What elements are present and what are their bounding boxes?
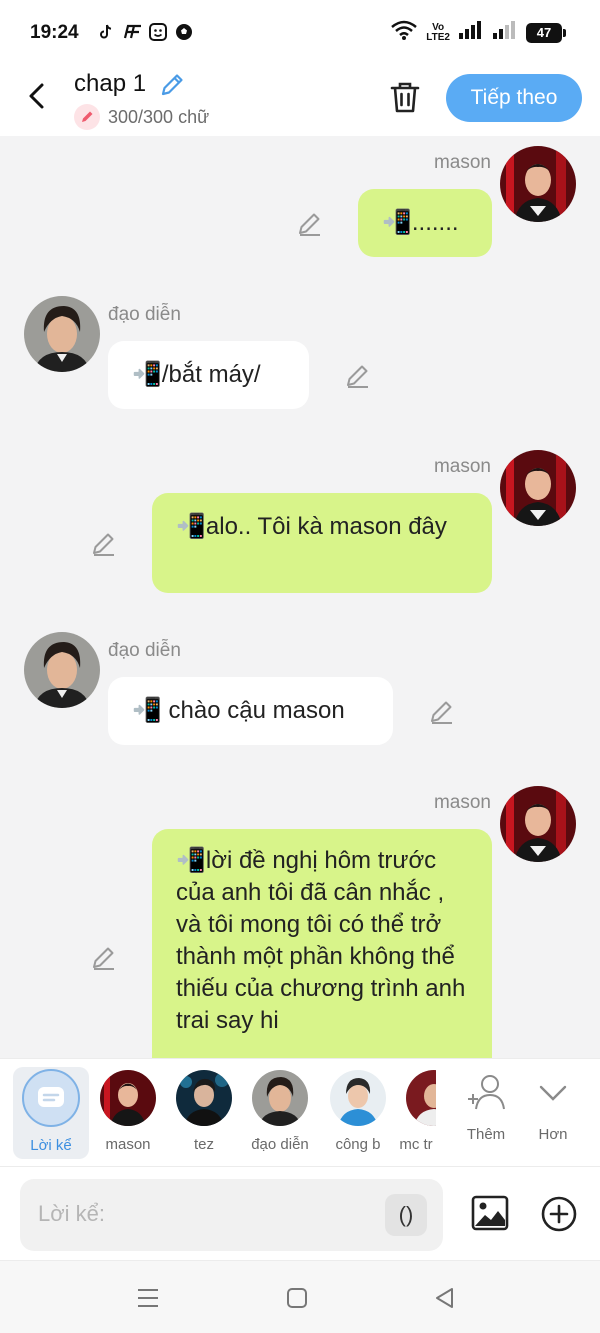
back-button[interactable] xyxy=(22,80,54,112)
pencil-icon xyxy=(93,947,114,970)
face-app-icon xyxy=(148,22,168,42)
signal-icon-1 xyxy=(458,20,484,45)
chapter-title[interactable]: chap 1 xyxy=(74,70,146,98)
add-label: Thêm xyxy=(466,1126,506,1143)
character-narration[interactable]: Lời kể xyxy=(13,1067,89,1159)
menu-icon xyxy=(138,1289,158,1307)
parenthesis-button[interactable]: () xyxy=(385,1194,427,1236)
narration-input[interactable]: Lời kể: () xyxy=(20,1179,443,1251)
message-bubble[interactable]: 📲lời đề nghị hôm trước của anh tôi đã câ… xyxy=(152,829,492,1058)
character-avatar xyxy=(252,1070,308,1126)
ff-app-icon xyxy=(122,22,142,42)
character-label: mason xyxy=(105,1136,151,1153)
composer: Lời kể: () xyxy=(0,1166,600,1260)
image-icon xyxy=(471,1195,509,1231)
character-cong-b[interactable]: công b xyxy=(320,1067,396,1153)
plus-circle-icon xyxy=(541,1196,577,1232)
system-nav-bar xyxy=(0,1260,600,1333)
status-indicators: Vo LTE2 47 xyxy=(390,20,566,45)
pen-badge-icon xyxy=(74,104,100,130)
character-label: công b xyxy=(335,1136,381,1153)
word-count-row: 300/300 chữ xyxy=(74,104,209,130)
character-avatar xyxy=(100,1070,156,1126)
menu-nav-button[interactable] xyxy=(135,1285,161,1311)
next-button[interactable]: Tiếp theo xyxy=(446,74,582,122)
add-person-icon xyxy=(468,1075,505,1110)
more-button[interactable]: Hơn xyxy=(523,1073,583,1143)
character-label: tez xyxy=(193,1136,214,1153)
character-avatar xyxy=(406,1070,436,1126)
speaker-name: mason xyxy=(433,792,491,813)
chevron-left-icon xyxy=(29,83,44,109)
battery-indicator: 47 xyxy=(526,22,566,43)
character-dao-dien[interactable]: đạo diễn xyxy=(242,1067,318,1153)
input-placeholder: Lời kể: xyxy=(38,1201,106,1226)
wifi-icon xyxy=(390,20,418,45)
avatar-mason[interactable] xyxy=(500,786,576,862)
character-avatar xyxy=(330,1070,386,1126)
narration-avatar xyxy=(22,1069,80,1127)
speaker-name: mason xyxy=(433,152,491,173)
speaker-name: đạo diễn xyxy=(108,640,181,661)
add-character-button[interactable]: Thêm xyxy=(456,1073,516,1143)
message-bubble[interactable]: 📲/bắt máy/ xyxy=(108,341,309,409)
pencil-icon xyxy=(93,533,114,556)
character-selector: Lời kể mason tez đạo diễn công b mc tr T… xyxy=(0,1058,600,1166)
character-mason[interactable]: mason xyxy=(90,1067,166,1153)
chat-area[interactable]: mason 📲....... đạo diễn 📲/bắt máy/ mason… xyxy=(0,136,600,1058)
more-label: Hơn xyxy=(538,1126,568,1143)
character-label: Lời kể xyxy=(30,1137,72,1154)
delete-button[interactable] xyxy=(386,78,424,116)
edit-title-button[interactable] xyxy=(158,71,186,99)
character-mc-tr[interactable]: mc tr xyxy=(396,1067,436,1153)
edit-message-button[interactable] xyxy=(428,698,456,726)
pencil-icon xyxy=(161,74,183,96)
character-label: mc tr xyxy=(399,1136,433,1153)
message-icon xyxy=(38,1087,64,1107)
pencil-icon xyxy=(347,365,368,388)
status-bar: 19:24 Vo LTE2 47 xyxy=(0,0,600,64)
avatar-dao-dien[interactable] xyxy=(24,296,100,372)
message-bubble[interactable]: 📲 chào cậu mason xyxy=(108,677,393,745)
message-bubble[interactable]: 📲alo.. Tôi kà mason đây xyxy=(152,493,492,593)
avatar-dao-dien[interactable] xyxy=(24,632,100,708)
speaker-name: mason xyxy=(433,456,491,477)
lte-label: LTE2 xyxy=(426,31,450,43)
signal-icon-2 xyxy=(492,20,518,45)
football-icon xyxy=(174,22,194,42)
edit-message-button[interactable] xyxy=(90,530,118,558)
character-avatar xyxy=(176,1070,232,1126)
insert-image-button[interactable] xyxy=(470,1193,510,1233)
chapter-header: chap 1 300/300 chữ Tiếp theo xyxy=(0,64,600,136)
status-app-icons xyxy=(96,22,194,42)
add-button[interactable] xyxy=(540,1195,578,1233)
pencil-icon xyxy=(299,213,320,236)
pencil-icon xyxy=(431,701,452,724)
edit-message-button[interactable] xyxy=(296,210,324,238)
chevron-down-icon xyxy=(539,1085,567,1101)
trash-icon xyxy=(390,82,420,113)
status-time: 19:24 xyxy=(30,22,79,43)
character-tez[interactable]: tez xyxy=(166,1067,242,1153)
message-bubble[interactable]: 📲....... xyxy=(358,189,492,257)
avatar-mason[interactable] xyxy=(500,146,576,222)
edit-message-button[interactable] xyxy=(90,944,118,972)
square-icon xyxy=(287,1288,307,1308)
word-count: 300/300 chữ xyxy=(108,106,210,127)
avatar-mason[interactable] xyxy=(500,450,576,526)
home-nav-button[interactable] xyxy=(284,1285,310,1311)
edit-message-button[interactable] xyxy=(344,362,372,390)
speaker-name: đạo diễn xyxy=(108,304,181,325)
back-nav-button[interactable] xyxy=(432,1285,458,1311)
character-label: đạo diễn xyxy=(251,1136,309,1153)
triangle-back-icon xyxy=(436,1288,453,1308)
tiktok-icon xyxy=(96,22,116,42)
volte-indicator: Vo LTE2 xyxy=(426,22,450,43)
